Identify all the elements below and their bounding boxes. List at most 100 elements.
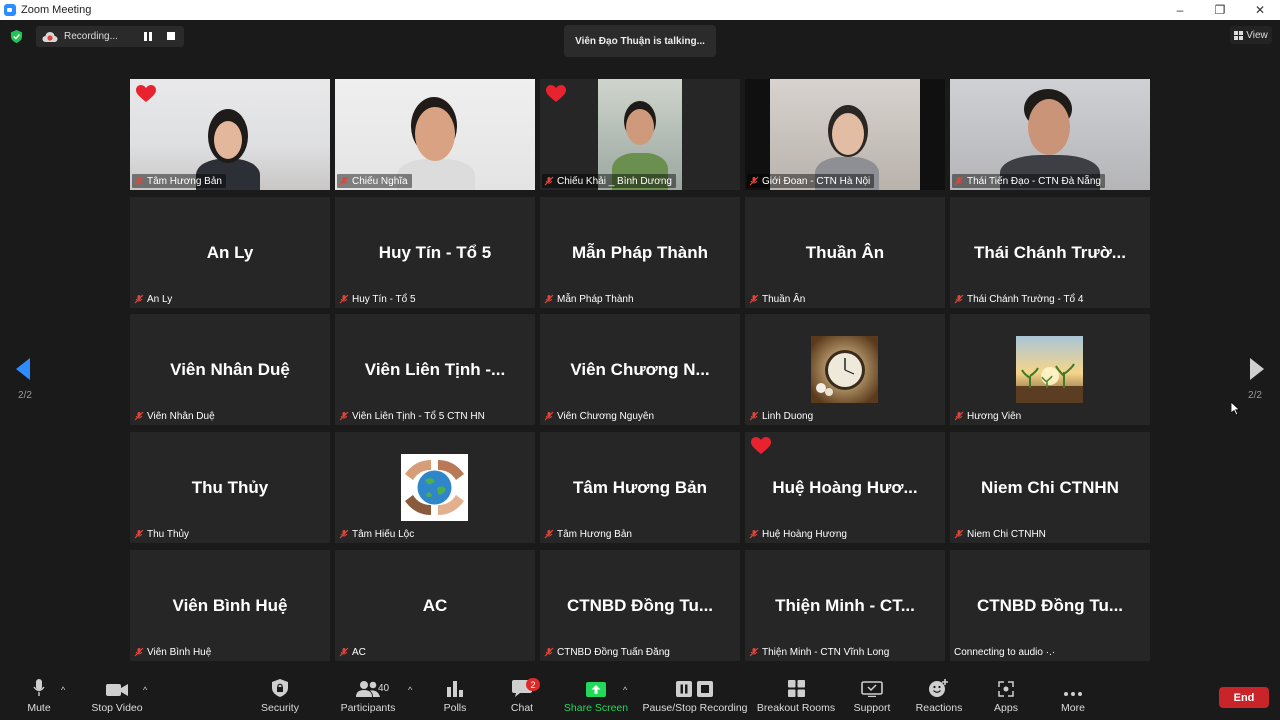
- polls-button[interactable]: Polls: [438, 673, 472, 720]
- participants-count: 40: [378, 683, 390, 694]
- recording-indicator: Recording...: [36, 26, 184, 47]
- participant-display-name: An Ly: [206, 243, 254, 262]
- participant-name-label: CTNBD Đồng Tuấn Đăng: [544, 645, 670, 659]
- audio-options-caret-icon[interactable]: ^: [61, 685, 65, 695]
- chat-button[interactable]: 2 Chat: [504, 673, 540, 720]
- participant-tile[interactable]: Niem Chi CTNHN Niem Chi CTNHN: [950, 432, 1150, 543]
- participant-name-label: Linh Duong: [749, 409, 813, 423]
- participant-name-label: AC: [339, 645, 366, 659]
- encryption-shield-icon[interactable]: [10, 30, 23, 43]
- participant-tile[interactable]: Huy Tín - Tổ 5 Huy Tín - Tổ 5: [335, 197, 535, 308]
- pause-stop-recording-button[interactable]: Pause/Stop Recording: [642, 673, 748, 720]
- stop-recording-icon[interactable]: [167, 32, 175, 40]
- participant-display-name: Viên Nhân Duệ: [170, 360, 290, 379]
- participant-tile[interactable]: Thuần Ân Thuần Ân: [745, 197, 945, 308]
- participant-tile[interactable]: Mẫn Pháp Thành Mẫn Pháp Thành: [540, 197, 740, 308]
- participant-name-label: Thiện Minh - CTN Vĩnh Long: [749, 645, 889, 659]
- participant-tile[interactable]: CTNBD Đồng Tu... Connecting to audio ·.·: [950, 550, 1150, 661]
- muted-mic-icon: [134, 411, 144, 421]
- heart-reaction-icon: [546, 85, 566, 102]
- mute-button[interactable]: Mute: [22, 673, 56, 720]
- muted-mic-icon: [134, 647, 144, 657]
- participant-tile[interactable]: Viên Nhân Duệ Viên Nhân Duệ: [130, 314, 330, 425]
- window-title: Zoom Meeting: [21, 4, 92, 16]
- participant-name-label: Tâm Hương Bản: [132, 174, 226, 188]
- participant-tile[interactable]: Thiện Minh - CT... Thiện Minh - CTN Vĩnh…: [745, 550, 945, 661]
- muted-mic-icon: [339, 647, 349, 657]
- muted-mic-icon: [544, 647, 554, 657]
- participant-tile[interactable]: Linh Duong: [745, 314, 945, 425]
- participant-tile[interactable]: Viên Liên Tịnh -... Viên Liên Tịnh - Tổ …: [335, 314, 535, 425]
- muted-mic-icon: [134, 294, 144, 304]
- pause-recording-icon[interactable]: [144, 32, 152, 41]
- participant-video-tile[interactable]: Chiếu Nghĩa: [335, 79, 535, 190]
- muted-mic-icon: [749, 529, 759, 539]
- muted-mic-icon: [954, 411, 964, 421]
- breakout-rooms-button[interactable]: Breakout Rooms: [756, 673, 836, 720]
- apps-button[interactable]: Apps: [988, 673, 1024, 720]
- close-window-button[interactable]: ✕: [1240, 0, 1280, 20]
- participant-tile[interactable]: Thu Thủy Thu Thủy: [130, 432, 330, 543]
- muted-mic-icon: [954, 294, 964, 304]
- participant-tile[interactable]: Viên Bình Huệ Viên Bình Huệ: [130, 550, 330, 661]
- muted-mic-icon: [749, 176, 759, 186]
- breakout-rooms-icon: [787, 680, 805, 697]
- sprouts-image: [1016, 336, 1083, 403]
- participant-video-tile[interactable]: Thái Tiến Đạo - CTN Đà Nẵng: [950, 79, 1150, 190]
- participant-video-tile[interactable]: Tâm Hương Bản: [130, 79, 330, 190]
- participant-tile[interactable]: Viên Chương N... Viên Chương Nguyên: [540, 314, 740, 425]
- share-screen-button[interactable]: Share Screen: [564, 673, 628, 720]
- minimize-button[interactable]: –: [1160, 0, 1200, 20]
- video-options-caret-icon[interactable]: ^: [143, 685, 147, 695]
- participant-name-label: Viên Chương Nguyên: [544, 409, 654, 423]
- participant-name-label: Viên Bình Huệ: [134, 645, 211, 659]
- muted-mic-icon: [954, 176, 964, 186]
- participant-tile[interactable]: Tâm Hiếu Lộc: [335, 432, 535, 543]
- participant-tile[interactable]: Hương Viên: [950, 314, 1150, 425]
- participants-options-caret-icon[interactable]: ^: [408, 685, 412, 695]
- next-page-button[interactable]: 2/2: [1240, 358, 1270, 408]
- share-screen-icon: [586, 682, 606, 697]
- participant-display-name: Huệ Hoàng Hươ...: [772, 478, 918, 497]
- participant-tile[interactable]: AC AC: [335, 550, 535, 661]
- window-title-bar: Zoom Meeting – ❐ ✕: [0, 0, 1280, 20]
- connecting-audio-label: Connecting to audio ·.·: [954, 646, 1056, 658]
- view-button-label: View: [1246, 29, 1268, 41]
- muted-mic-icon: [544, 529, 554, 539]
- participant-name-label: Niem Chi CTNHN: [954, 527, 1046, 541]
- muted-mic-icon: [749, 647, 759, 657]
- active-speaker-banner: Viên Đạo Thuận is talking...: [564, 25, 716, 57]
- participant-name-label: Tâm Hiếu Lộc: [339, 527, 414, 541]
- reactions-smiley-icon: [929, 679, 948, 697]
- support-button[interactable]: Support: [850, 673, 894, 720]
- security-button[interactable]: Security: [258, 673, 302, 720]
- participant-tile[interactable]: An Ly An Ly: [130, 197, 330, 308]
- muted-mic-icon: [134, 176, 144, 186]
- microphone-icon: [33, 679, 45, 696]
- participant-display-name: Niem Chi CTNHN: [981, 478, 1119, 497]
- participant-video-tile[interactable]: Giới Đoan - CTN Hà Nội: [745, 79, 945, 190]
- previous-page-button[interactable]: 2/2: [10, 358, 40, 408]
- participant-name-label: Thu Thủy: [134, 527, 189, 541]
- support-monitor-icon: [861, 681, 883, 697]
- participant-tile[interactable]: Thái Chánh Trườ... Thái Chánh Trường - T…: [950, 197, 1150, 308]
- pocket-watch-image: [811, 336, 878, 403]
- muted-mic-icon: [544, 411, 554, 421]
- participant-tile[interactable]: Huệ Hoàng Hươ... Huệ Hoàng Hương: [745, 432, 945, 543]
- polls-bar-chart-icon: [447, 681, 463, 697]
- view-button[interactable]: View: [1230, 26, 1272, 44]
- end-meeting-button[interactable]: End: [1219, 687, 1269, 708]
- globe-hands-image: [401, 454, 468, 521]
- stop-video-button[interactable]: Stop Video: [88, 673, 146, 720]
- share-options-caret-icon[interactable]: ^: [623, 685, 627, 695]
- participant-tile[interactable]: Tâm Hương Bản Tâm Hương Bản: [540, 432, 740, 543]
- participant-tile[interactable]: CTNBD Đồng Tu... CTNBD Đồng Tuấn Đăng: [540, 550, 740, 661]
- page-indicator-left: 2/2: [18, 390, 32, 401]
- reactions-button[interactable]: Reactions: [914, 673, 964, 720]
- maximize-button[interactable]: ❐: [1200, 0, 1240, 20]
- participant-video-tile[interactable]: Chiếu Khải _ Bình Dương: [540, 79, 740, 190]
- participant-display-name: Thu Thủy: [191, 478, 269, 497]
- participants-button[interactable]: 40 Participants: [338, 673, 398, 720]
- more-button[interactable]: More: [1056, 673, 1090, 720]
- muted-mic-icon: [339, 294, 349, 304]
